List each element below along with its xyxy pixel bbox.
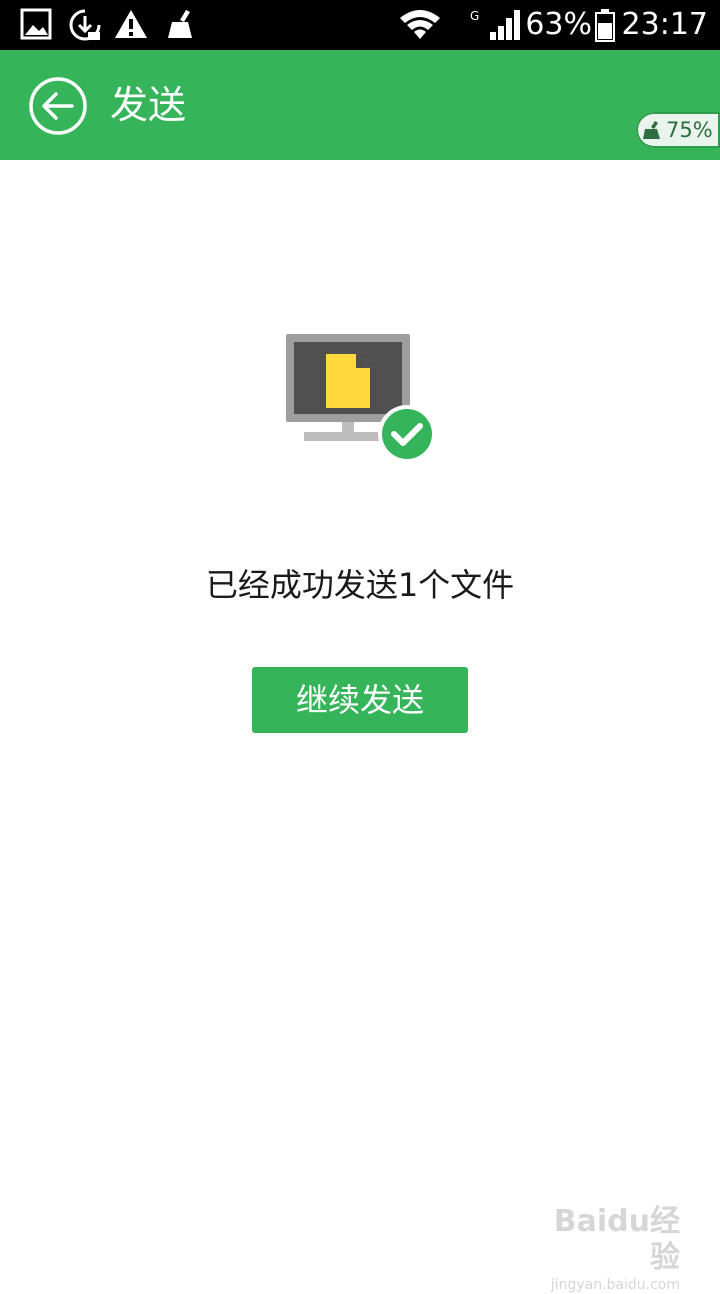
battery-percent: 63% (525, 6, 592, 44)
clean-badge-text: 75% (666, 117, 713, 143)
status-bar: G 63% 23:17 (0, 0, 720, 50)
app-bar: 发送 75% (0, 50, 720, 160)
watermark-url: jingyan.baidu.com (550, 1276, 680, 1294)
download-icon (68, 8, 102, 42)
broom-icon (642, 120, 662, 140)
watermark-logo: Baidu经验 (550, 1204, 680, 1276)
back-arrow-icon (28, 76, 88, 136)
success-message: 已经成功发送1个文件 (0, 562, 720, 608)
clock: 23:17 (622, 6, 708, 44)
monitor-neck (342, 422, 354, 432)
warning-icon (114, 8, 148, 40)
clean-badge[interactable]: 75% (636, 112, 720, 148)
wifi-icon (398, 8, 442, 42)
battery-icon (594, 8, 616, 42)
broom-icon (166, 8, 196, 40)
page-title: 发送 (110, 78, 186, 132)
svg-text:G: G (470, 9, 479, 23)
success-check-icon (382, 409, 432, 459)
watermark: Baidu经验 jingyan.baidu.com (550, 1204, 680, 1264)
back-button[interactable] (28, 76, 88, 136)
signal-g-icon: G (470, 8, 522, 42)
continue-send-button[interactable]: 继续发送 (252, 667, 468, 733)
monitor-file-sent-icon (280, 330, 440, 466)
image-icon (20, 8, 52, 40)
